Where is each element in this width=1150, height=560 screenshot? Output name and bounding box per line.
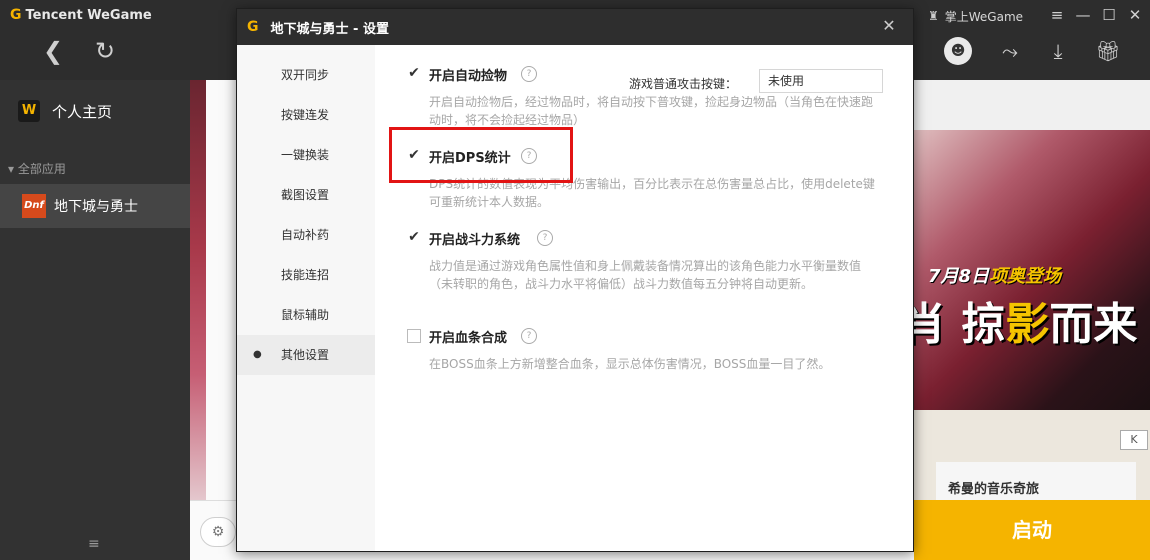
- nav-item-skill-combo[interactable]: 技能连招: [237, 255, 375, 295]
- hp-bar-merge-checkbox[interactable]: [407, 329, 421, 343]
- help-icon[interactable]: ?: [521, 66, 537, 82]
- dialog-logo-icon: G: [247, 19, 259, 35]
- gift-icon[interactable]: 🎁︎: [1094, 37, 1122, 65]
- hp-bar-merge-desc: 在BOSS血条上方新增整合血条，显示总体伤害情况，BOSS血量一目了然。: [429, 357, 831, 371]
- help-icon[interactable]: ?: [521, 328, 537, 344]
- dialog-header: G 地下城与勇士 - 设置 ✕: [237, 9, 913, 45]
- sidebar-item-home[interactable]: W 个人主页: [18, 100, 112, 122]
- key-button[interactable]: K: [1120, 430, 1148, 450]
- banner-slogan-a: 肖 掠: [902, 299, 1006, 350]
- left-sidebar: W 个人主页 ▾ 全部应用 Dnf 地下城与勇士 ≡: [0, 80, 190, 560]
- settings-gear-icon[interactable]: ⚙: [200, 517, 236, 547]
- combat-power-label[interactable]: 开启战斗力系统: [429, 229, 520, 248]
- nav-item-other-settings-label: 其他设置: [281, 348, 330, 362]
- settings-dialog: G 地下城与勇士 - 设置 ✕ 双开同步 按键连发 一键换装 截图设置 自动补药…: [236, 8, 914, 552]
- nav-item-mouse-assist[interactable]: 鼠标辅助: [237, 295, 375, 335]
- refresh-button[interactable]: ↻: [90, 36, 120, 66]
- banner-slogan: 肖 掠影而来: [902, 288, 1137, 352]
- app-brand-name: Tencent WeGame: [25, 7, 152, 23]
- banner-date-highlight: 项奥登场: [989, 266, 1062, 287]
- auto-pickup-label[interactable]: 开启自动捡物: [429, 65, 507, 84]
- background-panel: [206, 80, 236, 500]
- mobile-wegame-icon: ♜: [928, 9, 939, 23]
- nav-item-dual-sync[interactable]: 双开同步: [237, 55, 375, 95]
- minimize-icon[interactable]: —: [1072, 4, 1094, 26]
- menu-icon[interactable]: ≡: [1046, 4, 1068, 26]
- background-art-strip: [190, 80, 206, 500]
- sidebar-item-dnf-label: 地下城与勇士: [54, 199, 138, 215]
- combat-power-checkbox[interactable]: ✔: [407, 230, 421, 245]
- sidebar-menu-icon[interactable]: ≡: [88, 536, 100, 552]
- nav-item-auto-potion[interactable]: 自动补药: [237, 215, 375, 255]
- promo-banner[interactable]: 7月8日项奥登场 肖 掠影而来: [902, 130, 1150, 410]
- nav-item-other-settings[interactable]: ● 其他设置: [237, 335, 375, 375]
- mobile-wegame-label: 掌上WeGame: [944, 9, 1024, 24]
- all-apps-section[interactable]: ▾ 全部应用: [8, 160, 66, 177]
- sidebar-item-home-label: 个人主页: [52, 102, 113, 121]
- nav-item-screenshot[interactable]: 截图设置: [237, 175, 375, 215]
- annotation-highlight-box: [389, 127, 573, 183]
- combat-power-desc: 战力值是通过游戏角色属性值和身上佩戴装备情况算出的该角色能力水平衡量数值（未转职…: [429, 259, 862, 291]
- active-dot-icon: ●: [253, 349, 262, 360]
- download-icon[interactable]: ⤓: [1044, 37, 1072, 65]
- wegame-logo-icon: G: [10, 7, 22, 23]
- attack-key-label: 游戏普通攻击按键：: [629, 77, 738, 91]
- nav-item-quick-equip[interactable]: 一键换装: [237, 135, 375, 175]
- auto-pickup-checkbox[interactable]: ✔: [407, 66, 421, 81]
- share-icon[interactable]: ⤳: [996, 37, 1024, 65]
- mobile-wegame-link[interactable]: ♜ 掌上WeGame: [928, 6, 1023, 26]
- banner-date-text: 7月8日: [928, 266, 990, 287]
- banner-date: 7月8日项奥登场: [928, 262, 1061, 288]
- help-icon[interactable]: ?: [537, 230, 553, 246]
- dialog-close-icon[interactable]: ✕: [879, 16, 899, 36]
- wegame-w-icon: W: [18, 100, 40, 122]
- start-game-button[interactable]: 启动: [914, 500, 1150, 560]
- banner-slogan-c: 而来: [1049, 299, 1138, 350]
- app-brand: G Tencent WeGame: [10, 6, 152, 24]
- avatar[interactable]: ☻: [944, 37, 972, 65]
- close-window-icon[interactable]: ✕: [1124, 4, 1146, 26]
- maximize-icon[interactable]: ☐: [1098, 4, 1120, 26]
- dialog-title: 地下城与勇士 - 设置: [270, 21, 389, 37]
- dnf-game-icon: Dnf: [22, 194, 46, 218]
- banner-slogan-b: 影: [1005, 299, 1050, 350]
- attack-key-input[interactable]: 未使用: [759, 69, 883, 93]
- back-button[interactable]: ❮: [38, 36, 68, 66]
- settings-nav: 双开同步 按键连发 一键换装 截图设置 自动补药 技能连招 鼠标辅助 ● 其他设…: [237, 45, 375, 551]
- news-panel: K 希曼的音乐奇旅: [902, 410, 1150, 500]
- sidebar-item-dnf[interactable]: Dnf 地下城与勇士: [0, 184, 190, 228]
- hp-bar-merge-label[interactable]: 开启血条合成: [429, 327, 507, 346]
- nav-item-key-repeat[interactable]: 按键连发: [237, 95, 375, 135]
- music-card-title: 希曼的音乐奇旅: [948, 482, 1040, 497]
- auto-pickup-desc: 开启自动捡物后，经过物品时，将自动按下普攻键，捡起身边物品（当角色在快速跑动时，…: [429, 95, 874, 127]
